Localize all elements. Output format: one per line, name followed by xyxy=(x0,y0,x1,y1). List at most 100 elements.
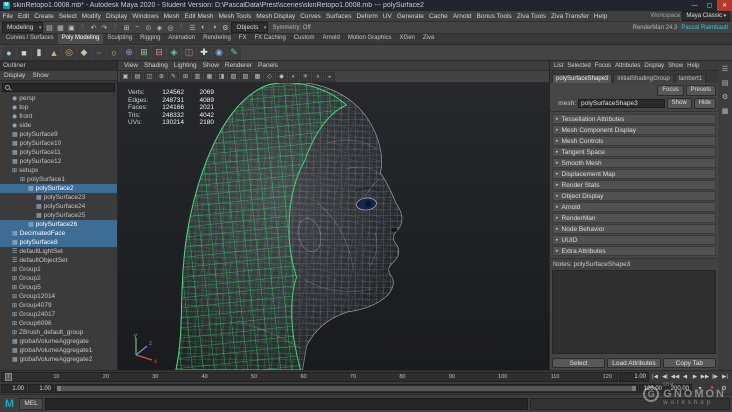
viewport-menu-item[interactable]: Shading xyxy=(141,61,171,71)
selection-mask-dropdown[interactable]: Objects xyxy=(231,22,269,33)
outliner-row[interactable]: ⊞ setups xyxy=(0,166,117,175)
step-back-frame-icon[interactable]: ◀| xyxy=(660,372,670,382)
range-handle-right[interactable] xyxy=(632,385,636,391)
outliner-row[interactable]: ☰ defaultObjectSet xyxy=(0,256,117,265)
shadows-icon[interactable]: ◑ xyxy=(312,71,323,82)
outliner-row[interactable]: ◉ front xyxy=(0,112,117,121)
safe-action-icon[interactable]: ▨ xyxy=(240,71,251,82)
ipr-render-icon[interactable]: ◑ xyxy=(209,23,219,33)
outliner-row[interactable]: ▦ polySurface10 xyxy=(0,139,117,148)
shelf-sphere-icon[interactable]: ● xyxy=(2,45,16,60)
play-backwards-icon[interactable]: ◀ xyxy=(680,372,690,382)
shelf-multicut-icon[interactable]: ✚ xyxy=(197,45,211,60)
shelf-tab[interactable]: Curves / Surfaces xyxy=(2,34,58,44)
outliner-row[interactable]: ▦ polySurface23 xyxy=(0,193,117,202)
outliner-row[interactable]: ⊞ ZBrush_default_group xyxy=(0,328,117,337)
shelf-tab[interactable]: FX Caching xyxy=(250,34,289,44)
ae-section-header[interactable]: Arnold xyxy=(552,202,716,212)
ae-section-header[interactable]: Tangent Space xyxy=(552,147,716,157)
outliner-row[interactable]: ⊞ polySurface1 xyxy=(0,175,117,184)
outliner-search-input[interactable] xyxy=(12,84,112,90)
hide-button[interactable]: Hide xyxy=(693,98,716,109)
symmetry-status[interactable]: Symmetry: Off xyxy=(269,25,313,31)
menu-item[interactable]: Edit xyxy=(15,11,31,22)
bookmarks-icon[interactable]: ▤ xyxy=(132,71,143,82)
step-fwd-frame-icon[interactable]: |▶ xyxy=(710,372,720,382)
outliner-row[interactable]: ▦ polySurface25 xyxy=(0,211,117,220)
outliner-row[interactable]: ▦ polySurface11 xyxy=(0,148,117,157)
outliner-row[interactable]: ▦ polySurface26 xyxy=(0,220,117,229)
ae-section-header[interactable]: Mesh Controls xyxy=(552,136,716,146)
time-slider[interactable]: 1102030405060708090100110120 xyxy=(1,371,618,382)
viewport-canvas[interactable]: Verts: 124562 2069 Edges: 248731 4089 Fa… xyxy=(118,83,549,370)
shelf-cone-icon[interactable]: ▲ xyxy=(47,45,61,60)
shelf-tab[interactable]: Rendering xyxy=(199,34,235,44)
menu-item[interactable]: Arnold xyxy=(450,11,474,22)
save-scene-icon[interactable]: ▣ xyxy=(66,23,76,33)
ae-menu-item[interactable]: Focus xyxy=(593,61,613,70)
shelf-quad-draw-icon[interactable]: ✎ xyxy=(227,45,241,60)
shaded-display-icon[interactable]: ◆ xyxy=(276,71,287,82)
viewport-menu-item[interactable]: Show xyxy=(200,61,222,71)
ae-section-header[interactable]: Render Stats xyxy=(552,180,716,190)
outliner-row[interactable]: ▦ polySurface12 xyxy=(0,157,117,166)
xray-display-icon[interactable]: ◒ xyxy=(324,71,335,82)
ae-node-tab[interactable]: polySurfaceShape3 xyxy=(552,74,613,83)
focus-button[interactable]: Focus xyxy=(657,85,684,96)
ae-menu-item[interactable]: Help xyxy=(685,61,701,70)
current-frame-marker[interactable] xyxy=(5,372,12,381)
shelf-tab[interactable]: FX xyxy=(235,34,251,44)
outliner-row[interactable]: ▦ polySurface2 xyxy=(0,184,117,193)
shelf-tab[interactable]: Poly Modeling xyxy=(57,34,104,44)
character-set-icon[interactable]: ▾ xyxy=(695,383,705,393)
separator[interactable]: ‖ xyxy=(77,23,87,33)
go-to-end-icon[interactable]: ▶| xyxy=(720,372,730,382)
tool-settings-tab-icon[interactable]: ⚙ xyxy=(720,92,730,102)
shelf-combine-icon[interactable]: ⊞ xyxy=(137,45,151,60)
menu-item[interactable]: Create xyxy=(32,11,57,22)
ae-section-header[interactable]: Node Behavior xyxy=(552,224,716,234)
ae-footer-button[interactable]: Select xyxy=(552,358,606,368)
ae-section-header[interactable]: UUID xyxy=(552,235,716,245)
textured-display-icon[interactable]: ◐ xyxy=(288,71,299,82)
redo-icon[interactable]: ↷ xyxy=(99,23,109,33)
viewport-menu-item[interactable]: Panels xyxy=(255,61,281,71)
modeling-toolkit-tab-icon[interactable]: ▦ xyxy=(720,106,730,116)
ae-section-header[interactable]: Mesh Component Display xyxy=(552,125,716,135)
shelf-tab[interactable]: Animation xyxy=(164,34,199,44)
current-time-field[interactable]: 1.00 xyxy=(619,371,649,382)
outliner-search-field[interactable] xyxy=(2,82,115,92)
snap-grid-icon[interactable]: ⊞ xyxy=(121,23,131,33)
shelf-tab[interactable]: Ziva xyxy=(419,34,438,44)
menu-item[interactable]: Cache xyxy=(426,11,450,22)
animation-start-field[interactable]: 1.00 xyxy=(1,383,27,393)
mel-command-input[interactable] xyxy=(45,397,528,410)
menu-item[interactable]: Ziva Tools xyxy=(514,11,548,22)
playback-start-field[interactable]: 1.00 xyxy=(28,383,54,393)
snap-curve-icon[interactable]: ~ xyxy=(132,23,142,33)
range-slider[interactable] xyxy=(55,383,638,393)
range-handle-left[interactable] xyxy=(57,385,61,391)
outliner-row[interactable]: ▦ globalVolumeAggregate1 xyxy=(0,346,117,355)
notes-textarea[interactable] xyxy=(552,270,716,354)
outliner-row[interactable]: ▦ polySurface24 xyxy=(0,202,117,211)
range-slider-bar[interactable] xyxy=(57,385,636,391)
snap-plane-icon[interactable]: ◈ xyxy=(154,23,164,33)
ae-section-header[interactable]: Extra Attributes xyxy=(552,246,716,256)
film-gate-icon[interactable]: ▥ xyxy=(192,71,203,82)
menu-item[interactable]: File xyxy=(0,11,15,22)
ae-node-tab[interactable]: initialShadingGroup xyxy=(613,74,674,83)
outliner-row[interactable]: ▦ polySurface9 xyxy=(0,130,117,139)
new-scene-icon[interactable]: ▤ xyxy=(44,23,54,33)
snap-point-icon[interactable]: ⊙ xyxy=(143,23,153,33)
viewport-menu-item[interactable]: Renderer xyxy=(222,61,255,71)
outliner-row[interactable]: ▦ globalVolumeAggregate2 xyxy=(0,355,117,364)
ae-menu-item[interactable]: Attributes xyxy=(613,61,642,70)
ae-section-header[interactable]: Smooth Mesh xyxy=(552,158,716,168)
shelf-circle-icon[interactable]: ○ xyxy=(107,45,121,60)
menu-item[interactable]: UV xyxy=(380,11,394,22)
shelf-curve-icon[interactable]: ~ xyxy=(92,45,106,60)
animation-end-field[interactable]: 200.00 xyxy=(666,383,692,393)
menu-item[interactable]: Help xyxy=(591,11,609,22)
menu-item[interactable]: Generate xyxy=(394,11,426,22)
